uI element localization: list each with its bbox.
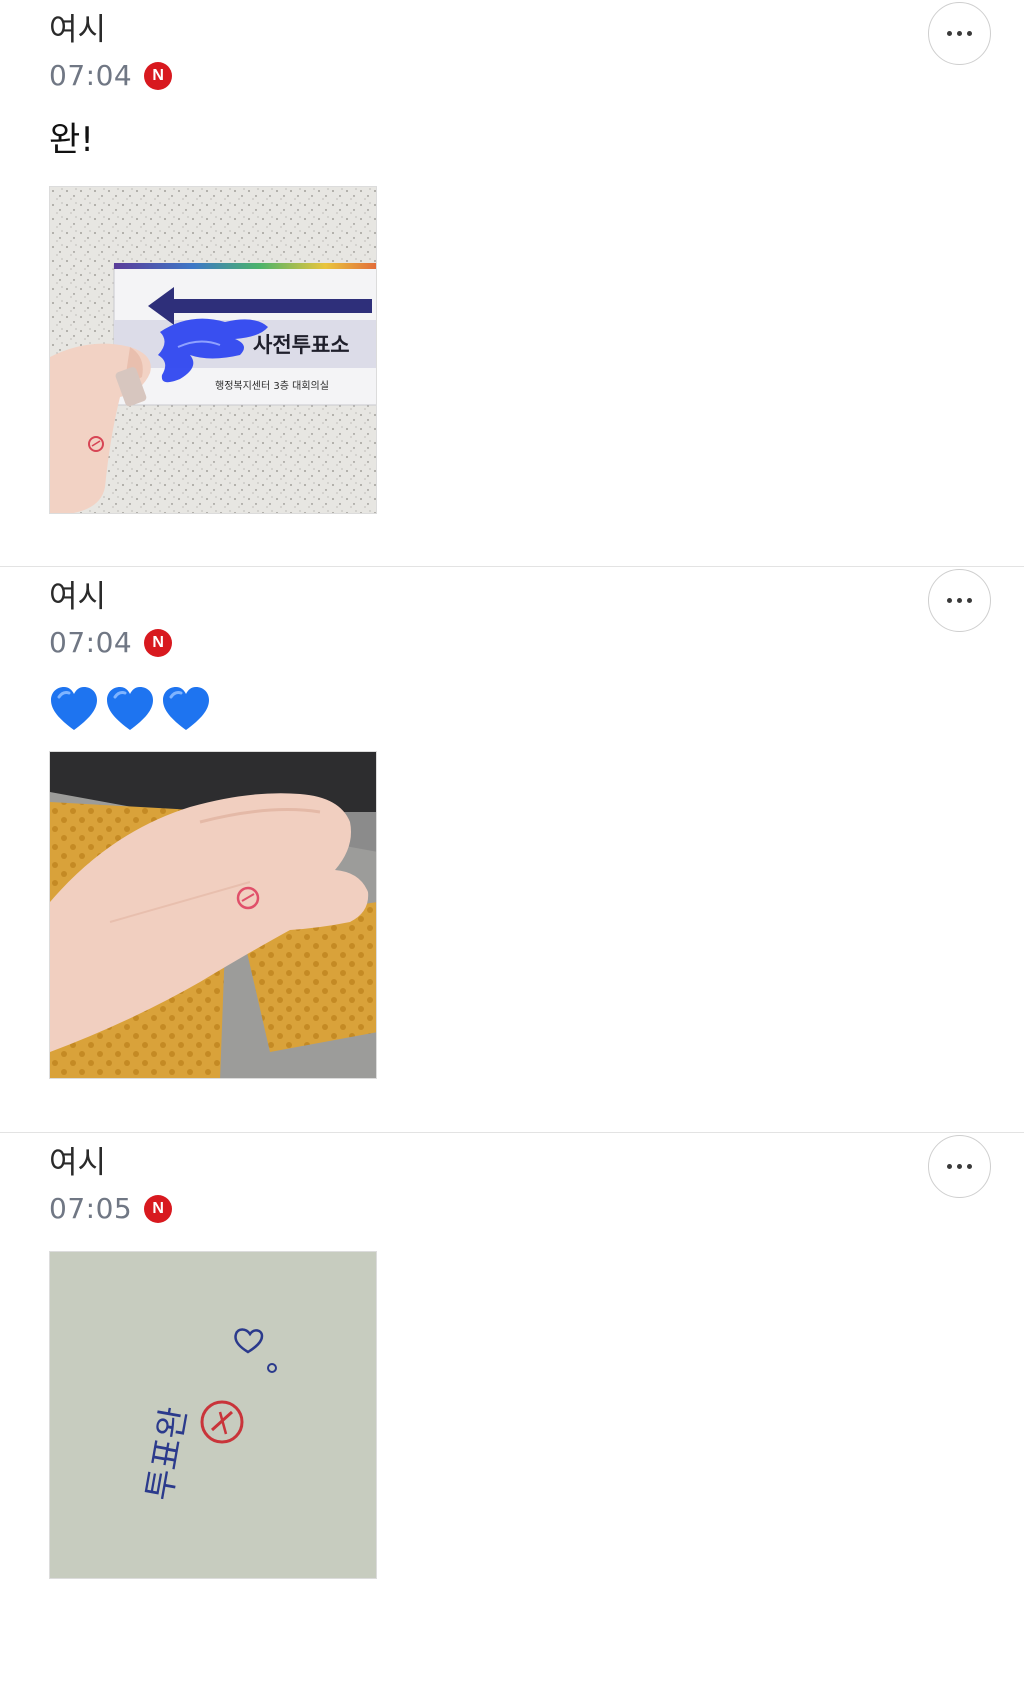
post-meta: 07:04 N (49, 625, 173, 661)
post-3: 여시 07:05 N 투표완 (0, 1133, 1024, 1688)
ellipsis-icon (947, 31, 972, 36)
sign-subtitle-text: 행정복지센터 3층 대회의실 (215, 380, 329, 392)
ellipsis-icon (947, 1164, 972, 1169)
blue-heart-icon (51, 687, 97, 730)
post-photo-hand-stamp[interactable] (49, 751, 377, 1079)
handwritten-note-image: 투표완 (50, 1252, 376, 1578)
voting-sign-image: 사전투표소 행정복지센터 3층 대회의실 (50, 187, 376, 513)
post-2: 여시 07:04 N (0, 567, 1024, 1133)
new-badge-icon: N (144, 62, 173, 90)
post-time: 07:04 (49, 59, 133, 92)
post-photo-voting-sign[interactable]: 사전투표소 행정복지센터 3층 대회의실 (49, 186, 377, 514)
new-badge-icon: N (144, 1195, 173, 1223)
post-author[interactable]: 여시 (49, 1143, 106, 1183)
sign-title-text: 사전투표소 (253, 333, 350, 357)
post-time: 07:05 (49, 1192, 133, 1225)
post-author[interactable]: 여시 (49, 577, 106, 617)
hand-stamp-image (50, 752, 376, 1078)
more-options-button[interactable] (928, 569, 991, 632)
blue-heart-icon (163, 687, 209, 730)
ellipsis-icon (947, 598, 972, 603)
post-time: 07:04 (49, 626, 133, 659)
post-meta: 07:05 N (49, 1191, 173, 1227)
post-1: 여시 07:04 N 완! 사전투표소 행정복지센터 3층 대회의실 (0, 0, 1024, 567)
blue-heart-icon (107, 687, 153, 730)
post-text: 완! (49, 120, 94, 160)
post-emoji-row (49, 685, 211, 733)
post-photo-handwritten-note[interactable]: 투표완 (49, 1251, 377, 1579)
new-badge-icon: N (144, 629, 173, 657)
post-author[interactable]: 여시 (49, 10, 106, 50)
post-feed: 여시 07:04 N 완! 사전투표소 행정복지센터 3층 대회의실 여시 07… (0, 0, 1024, 1688)
more-options-button[interactable] (928, 1135, 991, 1198)
more-options-button[interactable] (928, 2, 991, 65)
post-meta: 07:04 N (49, 58, 173, 94)
